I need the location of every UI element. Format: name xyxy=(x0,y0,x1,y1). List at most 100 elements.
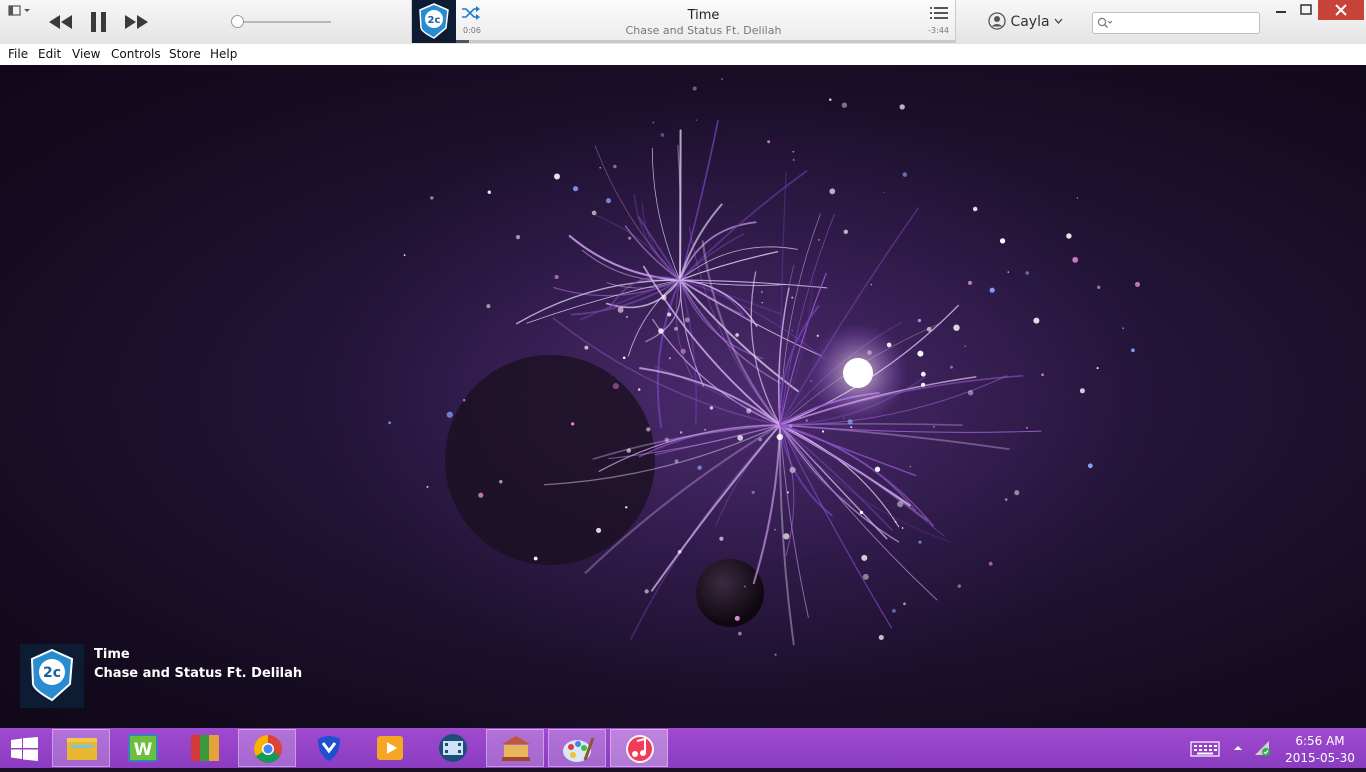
playback-progress-bar[interactable] xyxy=(456,40,955,43)
wunderlist-icon: W xyxy=(128,734,158,762)
close-button[interactable] xyxy=(1318,0,1364,20)
sparkle-particle xyxy=(761,301,763,304)
now-playing-display: 2c 0:06 Time Chase and Status Ft. Delila… xyxy=(411,0,956,43)
menu-controls[interactable]: Controls xyxy=(111,47,161,61)
taskbar-file-explorer[interactable] xyxy=(52,729,110,767)
menu-store[interactable]: Store xyxy=(169,47,201,61)
sparkle-particle xyxy=(721,78,723,80)
network-status-icon[interactable] xyxy=(1254,740,1272,756)
sparkle-particle xyxy=(897,500,904,508)
sparkle-particle xyxy=(894,520,897,524)
taskbar-movie-maker[interactable] xyxy=(424,729,482,767)
search-icon xyxy=(1097,17,1113,28)
sparkle-particle xyxy=(697,465,702,470)
sparkle-particle xyxy=(786,491,790,494)
sparkle-particle xyxy=(462,398,466,402)
track-artist: Chase and Status Ft. Delilah xyxy=(625,24,782,37)
sparkle-particle xyxy=(692,86,697,91)
taskbar-itunes[interactable] xyxy=(610,729,668,767)
sparkle-particle xyxy=(1087,463,1093,469)
maximize-button[interactable] xyxy=(1294,2,1318,20)
sparkle-particle xyxy=(918,540,922,544)
menu-file[interactable]: File xyxy=(8,47,28,61)
sparkle-particle xyxy=(668,357,671,360)
minimize-button[interactable] xyxy=(1269,2,1293,20)
sparkle-particle xyxy=(1072,256,1079,263)
sparkle-particle xyxy=(989,287,995,293)
svg-text:W: W xyxy=(134,740,153,760)
sparkle-particle xyxy=(953,324,960,331)
taskbar-library[interactable] xyxy=(486,729,544,767)
volume-slider[interactable] xyxy=(231,14,333,30)
menu-edit[interactable]: Edit xyxy=(38,47,61,61)
sparkle-particle xyxy=(677,549,682,554)
search-field[interactable] xyxy=(1092,12,1260,34)
sparkle-particle xyxy=(605,198,612,204)
show-hidden-icons-chevron-icon[interactable] xyxy=(1233,744,1243,752)
sparkle-particle xyxy=(920,371,926,377)
sparkle-particle xyxy=(843,229,849,235)
sparkle-particle xyxy=(679,431,683,434)
sparkle-particle xyxy=(533,556,538,561)
sparkle-particle xyxy=(903,602,906,606)
sparkle-particle xyxy=(735,333,739,337)
touch-keyboard-icon[interactable] xyxy=(1190,741,1220,757)
visualizer[interactable]: 2c Time Chase and Status Ft. Delilah xyxy=(0,65,1366,728)
sparkle-particle xyxy=(972,206,978,212)
sparkle-particle xyxy=(746,408,752,414)
dark-orb-large xyxy=(445,355,655,565)
malwarebytes-icon xyxy=(318,736,340,761)
sparkle-particle xyxy=(478,492,484,498)
taskbar-wunderlist[interactable]: W xyxy=(114,729,172,767)
previous-button[interactable] xyxy=(48,13,74,31)
sparkle-particle xyxy=(841,102,848,108)
sparkle-particle xyxy=(572,186,579,192)
sparkle-particle xyxy=(874,466,881,472)
sidebar-toggle-icon[interactable] xyxy=(8,5,32,17)
sparkle-particle xyxy=(617,306,624,313)
sparkle-particle xyxy=(499,480,503,484)
sparkle-particle xyxy=(776,433,783,441)
up-next-list-icon[interactable] xyxy=(930,6,948,20)
sparkle-particle xyxy=(704,428,707,431)
sparkle-particle xyxy=(1079,388,1085,394)
sparkle-particle xyxy=(1066,233,1072,239)
taskbar-winrar[interactable] xyxy=(176,729,234,767)
clock-time[interactable]: 6:56 AM xyxy=(1288,734,1352,748)
sparkle-particle xyxy=(917,350,924,357)
windows-start-icon[interactable] xyxy=(10,737,40,761)
itunes-icon xyxy=(626,735,654,763)
sparkle-particle xyxy=(625,506,628,509)
clock-date[interactable]: 2015-05-30 xyxy=(1282,751,1358,765)
taskbar-malwarebytes[interactable] xyxy=(300,729,358,767)
account-name: Cayla xyxy=(1010,14,1050,30)
sparkle-particle xyxy=(554,173,560,180)
sparkle-particle xyxy=(658,328,664,334)
bright-star xyxy=(843,358,873,388)
sparkle-particle xyxy=(403,254,406,256)
firework-strand xyxy=(678,129,682,282)
sparkle-particle xyxy=(967,280,973,285)
sparkle-particle xyxy=(1130,348,1135,353)
sparkle-particle xyxy=(774,653,777,656)
account-menu[interactable]: Cayla xyxy=(988,12,1063,30)
sparkle-particle xyxy=(680,348,686,354)
taskbar-paint[interactable] xyxy=(548,729,606,767)
next-button[interactable] xyxy=(123,13,149,31)
sparkle-particle xyxy=(967,389,974,396)
sparkle-particle xyxy=(805,419,808,422)
pause-button[interactable] xyxy=(89,11,109,33)
sparkle-particle xyxy=(899,104,905,110)
sparkle-particle xyxy=(861,554,868,561)
taskbar-chrome[interactable] xyxy=(238,729,296,767)
search-input[interactable] xyxy=(1115,14,1255,32)
sparkle-particle xyxy=(829,188,836,195)
sparkle-particle xyxy=(1025,426,1029,430)
paint-icon xyxy=(563,737,595,762)
volume-knob[interactable] xyxy=(231,15,244,28)
sparkle-particle xyxy=(591,210,597,216)
taskbar-video-player[interactable] xyxy=(362,729,420,767)
now-playing-album-art: 2c xyxy=(20,644,84,708)
menu-view[interactable]: View xyxy=(72,47,100,61)
menu-help[interactable]: Help xyxy=(210,47,237,61)
